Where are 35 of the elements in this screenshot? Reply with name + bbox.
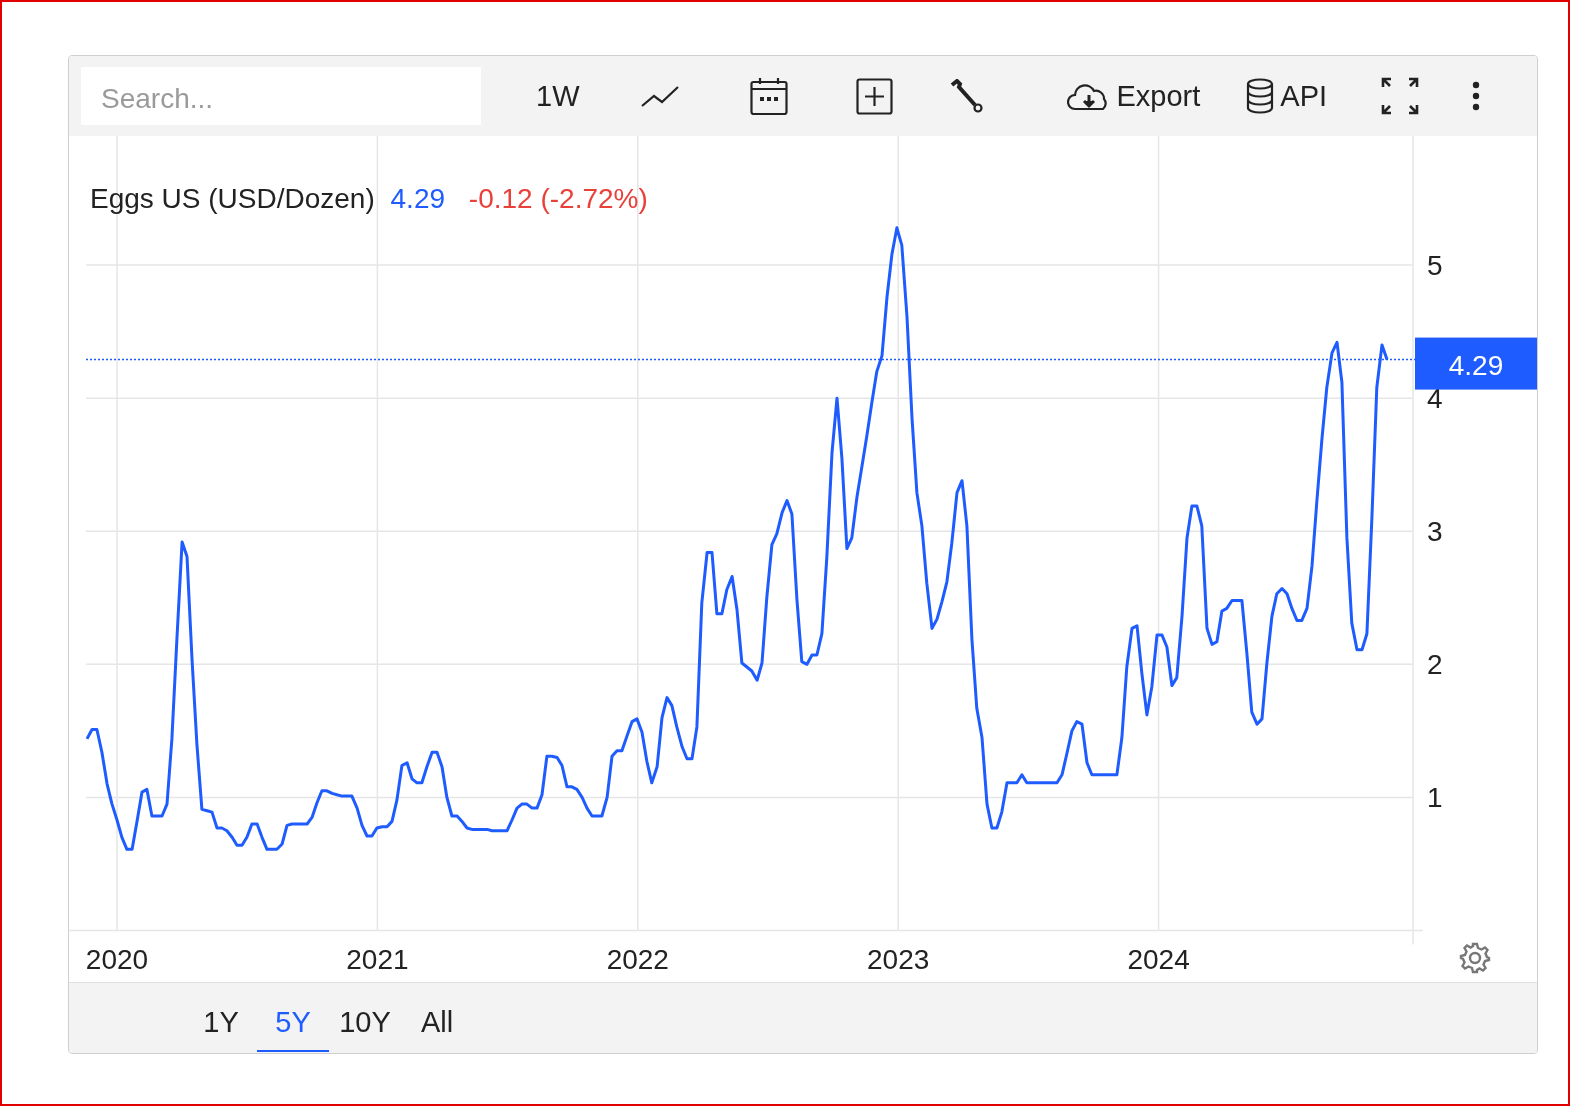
interval-button[interactable]: 1W [536, 79, 580, 113]
wrench-icon [948, 79, 983, 113]
range-tab[interactable]: 5Y [257, 983, 329, 1052]
plus-box-icon [855, 77, 893, 115]
fullscreen-button[interactable] [1381, 77, 1420, 115]
x-axis-label: 2024 [1127, 943, 1190, 975]
calendar-icon [749, 77, 788, 115]
price-tag: 4.29 [1415, 337, 1537, 390]
y-axis-label: 5 [1427, 250, 1443, 282]
api-button[interactable]: API [1246, 78, 1328, 114]
x-axis-label: 2020 [85, 943, 149, 975]
search-field[interactable]: Search... [81, 67, 481, 125]
chart-type-button[interactable] [639, 83, 680, 109]
x-axis-label: 2021 [346, 943, 409, 975]
x-axis-label: 2023 [867, 943, 930, 975]
x-axis-label: 2022 [606, 943, 669, 975]
fullscreen-icon [1381, 77, 1420, 115]
export-button[interactable]: Export [1066, 79, 1201, 113]
add-button[interactable] [855, 77, 893, 115]
more-button[interactable] [1471, 81, 1482, 111]
range-tab[interactable]: 10Y [329, 983, 401, 1052]
y-axis-label: 2 [1427, 649, 1443, 681]
database-icon [1246, 78, 1275, 114]
legend-change: -0.12 (-2.72%) [468, 183, 648, 214]
y-axis-label: 1 [1427, 782, 1443, 814]
range-tab[interactable]: 1Y [185, 983, 257, 1052]
range-tab[interactable]: All [401, 983, 473, 1052]
calendar-button[interactable] [749, 77, 788, 115]
settings-icon[interactable] [1459, 942, 1491, 974]
legend-title: Eggs US (USD/Dozen) [90, 183, 375, 214]
line-chart-icon [639, 83, 680, 109]
y-axis-label: 3 [1427, 516, 1443, 548]
tools-button[interactable] [948, 79, 983, 113]
legend-last-value: 4.29 [390, 183, 446, 214]
kebab-menu-icon [1471, 81, 1482, 111]
